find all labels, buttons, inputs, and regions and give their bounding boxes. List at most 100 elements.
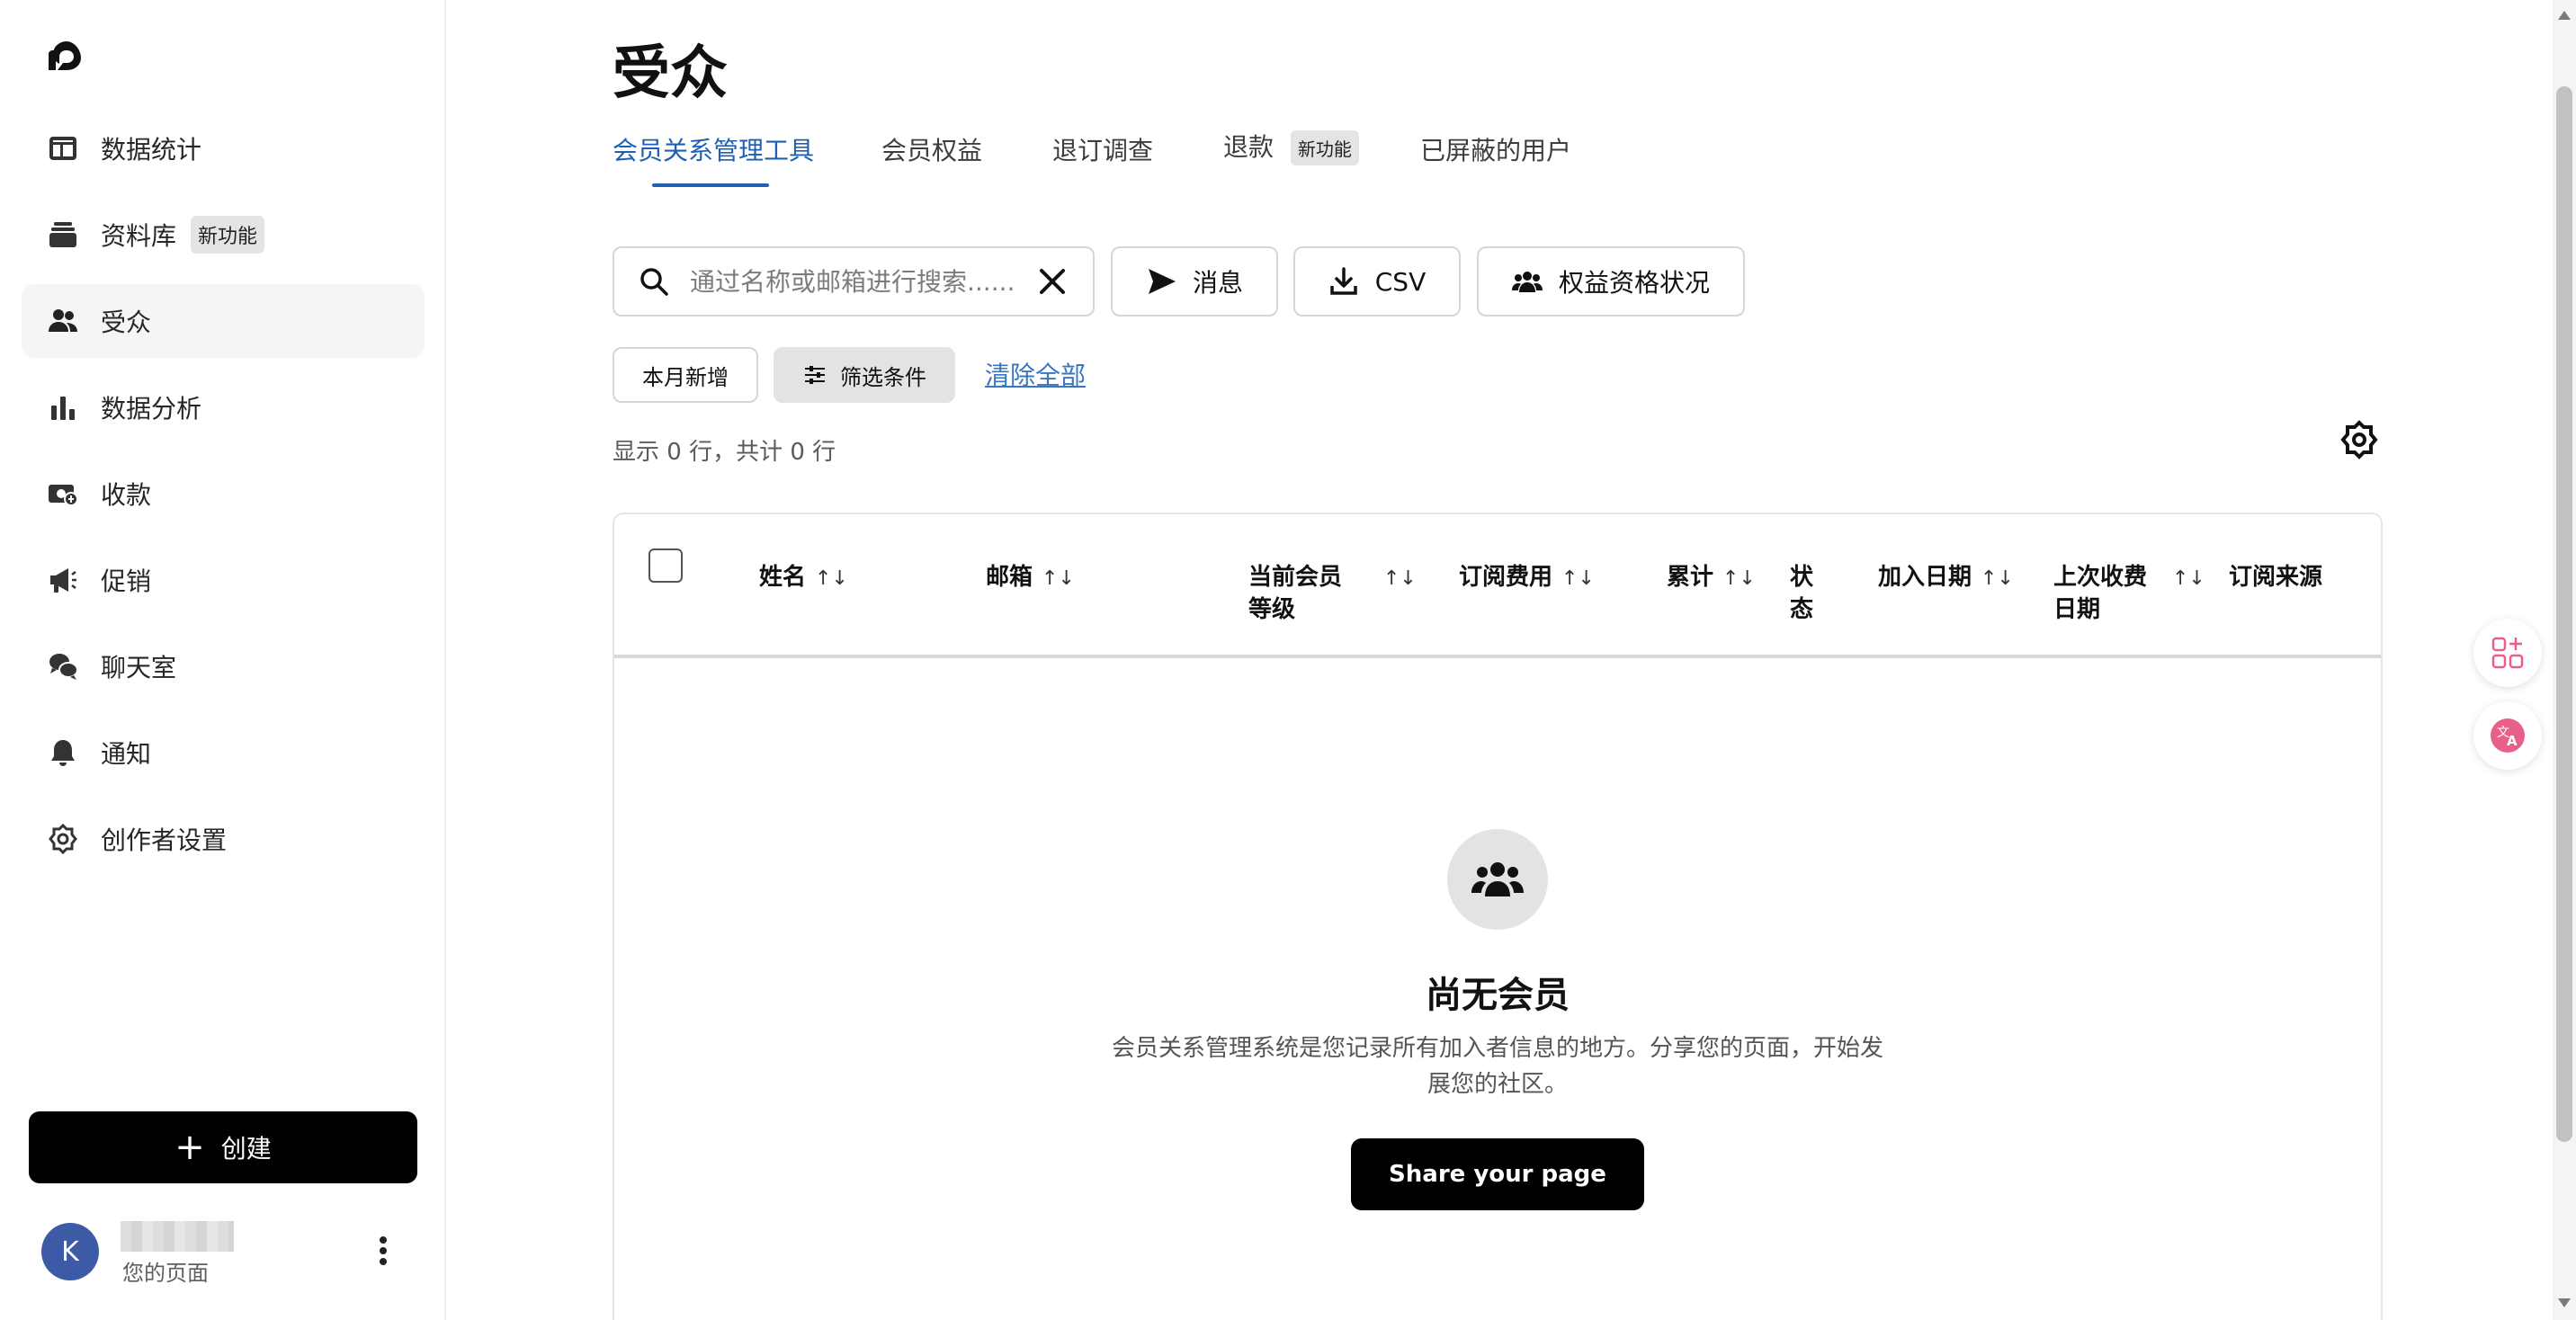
page-title: 受众 [613, 40, 728, 107]
benefits-label: 权益资格状况 [1558, 268, 1710, 298]
bell-icon [45, 735, 81, 771]
sidebar-item-promotions[interactable]: 促销 [22, 543, 425, 617]
sidebar-item-library[interactable]: 资料库 新功能 [22, 198, 425, 272]
column-header-join-date[interactable]: 加入日期 ↑↓ [1878, 561, 2014, 595]
chats-icon [45, 648, 81, 684]
sidebar-item-label: 受众 [101, 308, 152, 337]
tab-benefits[interactable]: 会员权益 [881, 131, 982, 167]
column-header-last-charge-sort[interactable]: ↑↓ [2163, 561, 2205, 595]
column-label: 累计 [1667, 564, 1714, 591]
filters-button[interactable]: 筛选条件 [774, 347, 955, 403]
tab-blocked-users[interactable]: 已屏蔽的用户 [1420, 131, 1571, 167]
new-feature-badge: 新功能 [1290, 130, 1359, 165]
column-label: 邮箱 [986, 564, 1033, 591]
sort-icon: ↑↓ [1722, 567, 1756, 590]
sidebar-item-chats[interactable]: 聊天室 [22, 629, 425, 703]
tab-refunds[interactable]: 退款 新功能 [1223, 128, 1359, 165]
column-header-source[interactable]: 订阅来源 [2229, 561, 2322, 593]
empty-state-description: 会员关系管理系统是您记录所有加入者信息的地方。分享您的页面，开始发展您的社区。 [1111, 1035, 1883, 1098]
active-tab-indicator [652, 183, 769, 187]
table-header: 姓名 ↑↓ 邮箱 ↑↓ 当前会员等级 ↑↓ 订阅费用 ↑↓ 累计 ↑↓ 状态 加入日期 ↑… [614, 514, 2381, 658]
sidebar-item-label: 数据分析 [101, 394, 202, 424]
row-count: 显示 0 行，共计 0 行 [613, 439, 836, 466]
sort-icon: ↑↓ [1561, 567, 1595, 590]
column-header-email[interactable]: 邮箱 ↑↓ [986, 561, 1075, 595]
filters-label: 筛选条件 [840, 364, 926, 390]
sidebar-item-label: 收款 [101, 480, 152, 510]
search-input[interactable] [690, 266, 1014, 297]
tab-label: 退款 [1223, 132, 1275, 162]
profile-name-redacted [121, 1221, 234, 1252]
scroll-up-arrow[interactable] [2558, 11, 2571, 20]
tab-label: 退订调查 [1052, 136, 1154, 165]
translate-icon[interactable]: 文A [2473, 701, 2542, 770]
new-this-month-chip[interactable]: 本月新增 [613, 347, 758, 403]
members-table: 姓名 ↑↓ 邮箱 ↑↓ 当前会员等级 ↑↓ 订阅费用 ↑↓ 累计 ↑↓ 状态 加入日期 ↑… [613, 513, 2383, 1320]
sidebar-item-label: 聊天室 [101, 653, 177, 682]
sidebar-item-label: 通知 [101, 739, 152, 769]
column-header-lifetime[interactable]: 累计 ↑↓ [1667, 561, 1756, 595]
column-label: 加入日期 [1878, 564, 1972, 591]
empty-state-title: 尚无会员 [1426, 975, 1570, 1016]
empty-state: 尚无会员 会员关系管理系统是您记录所有加入者信息的地方。分享您的页面，开始发展您… [614, 829, 2381, 1210]
column-label: 上次收费日期 [2053, 564, 2148, 623]
analytics-icon [45, 389, 81, 425]
sidebar: 数据统计 资料库 新功能 受众 数据分析 收款 促销 聊天室 通知 创作者设置 … [0, 0, 446, 1320]
column-header-tier-sort[interactable]: ↑↓ [1374, 561, 1417, 595]
scroll-down-arrow[interactable] [2558, 1298, 2571, 1307]
benefit-eligibility-button[interactable]: 权益资格状况 [1477, 246, 1745, 317]
sidebar-nav: 数据统计 资料库 新功能 受众 数据分析 收款 促销 聊天室 通知 创作者设置 [22, 111, 425, 888]
sidebar-item-label: 创作者设置 [101, 825, 228, 855]
apps-icon[interactable] [2473, 619, 2542, 687]
sidebar-item-creator-settings[interactable]: 创作者设置 [22, 802, 425, 876]
sidebar-item-label: 数据统计 [101, 135, 202, 165]
table-settings-gear-icon[interactable] [2339, 419, 2380, 460]
audience-icon [45, 303, 81, 339]
sidebar-item-analytics[interactable]: 数据分析 [22, 370, 425, 444]
clear-search-icon[interactable] [1037, 266, 1068, 297]
csv-export-button[interactable]: CSV [1293, 246, 1461, 317]
page-scrollbar[interactable] [2553, 0, 2576, 1320]
tab-label: 已屏蔽的用户 [1420, 136, 1572, 165]
sliders-icon [805, 366, 825, 384]
patreon-logo[interactable] [45, 38, 81, 74]
create-button[interactable]: + 创建 [29, 1111, 417, 1183]
tab-member-crm[interactable]: 会员关系管理工具 [613, 131, 814, 187]
clear-all-link[interactable]: 清除全部 [985, 356, 1086, 392]
sidebar-item-dashboard[interactable]: 数据统计 [22, 111, 425, 185]
sidebar-item-payouts[interactable]: 收款 [22, 457, 425, 531]
sidebar-item-audience[interactable]: 受众 [22, 284, 425, 358]
column-label: 状态 [1790, 564, 1814, 623]
csv-label: CSV [1374, 266, 1427, 297]
megaphone-icon [45, 562, 81, 598]
column-header-name[interactable]: 姓名 ↑↓ [759, 561, 848, 595]
select-all-checkbox[interactable] [648, 549, 683, 583]
message-label: 消息 [1192, 268, 1243, 298]
share-page-button[interactable]: Share your page [1351, 1138, 1644, 1210]
dashboard-icon [45, 130, 81, 166]
sort-icon: ↑↓ [1383, 567, 1417, 590]
library-icon [45, 217, 81, 253]
sort-icon: ↑↓ [2172, 567, 2205, 590]
column-label: 姓名 [759, 564, 807, 591]
avatar[interactable]: K [41, 1223, 99, 1280]
send-icon [1148, 269, 1176, 294]
payouts-icon [45, 476, 81, 512]
profile-switcher[interactable]: K 您的页面 [41, 1219, 419, 1288]
column-header-pledge[interactable]: 订阅费用 ↑↓ [1459, 561, 1595, 595]
column-header-status[interactable]: 状态 [1790, 561, 1826, 626]
column-label: 订阅来源 [2229, 564, 2323, 591]
members-icon [1511, 272, 1543, 292]
new-feature-badge: 新功能 [191, 216, 265, 254]
message-button[interactable]: 消息 [1111, 246, 1278, 317]
more-options-icon[interactable] [376, 1234, 390, 1270]
tab-exit-survey[interactable]: 退订调查 [1052, 131, 1153, 167]
sidebar-item-label: 促销 [101, 566, 152, 596]
scrollbar-thumb[interactable] [2556, 86, 2572, 1142]
column-header-last-charge[interactable]: 上次收费日期 [2053, 561, 2161, 626]
gear-icon [45, 821, 81, 857]
create-label: 创建 [220, 1134, 272, 1164]
column-header-tier[interactable]: 当前会员等级 [1248, 561, 1356, 626]
sidebar-item-notifications[interactable]: 通知 [22, 716, 425, 789]
sort-icon: ↑↓ [1042, 567, 1075, 590]
